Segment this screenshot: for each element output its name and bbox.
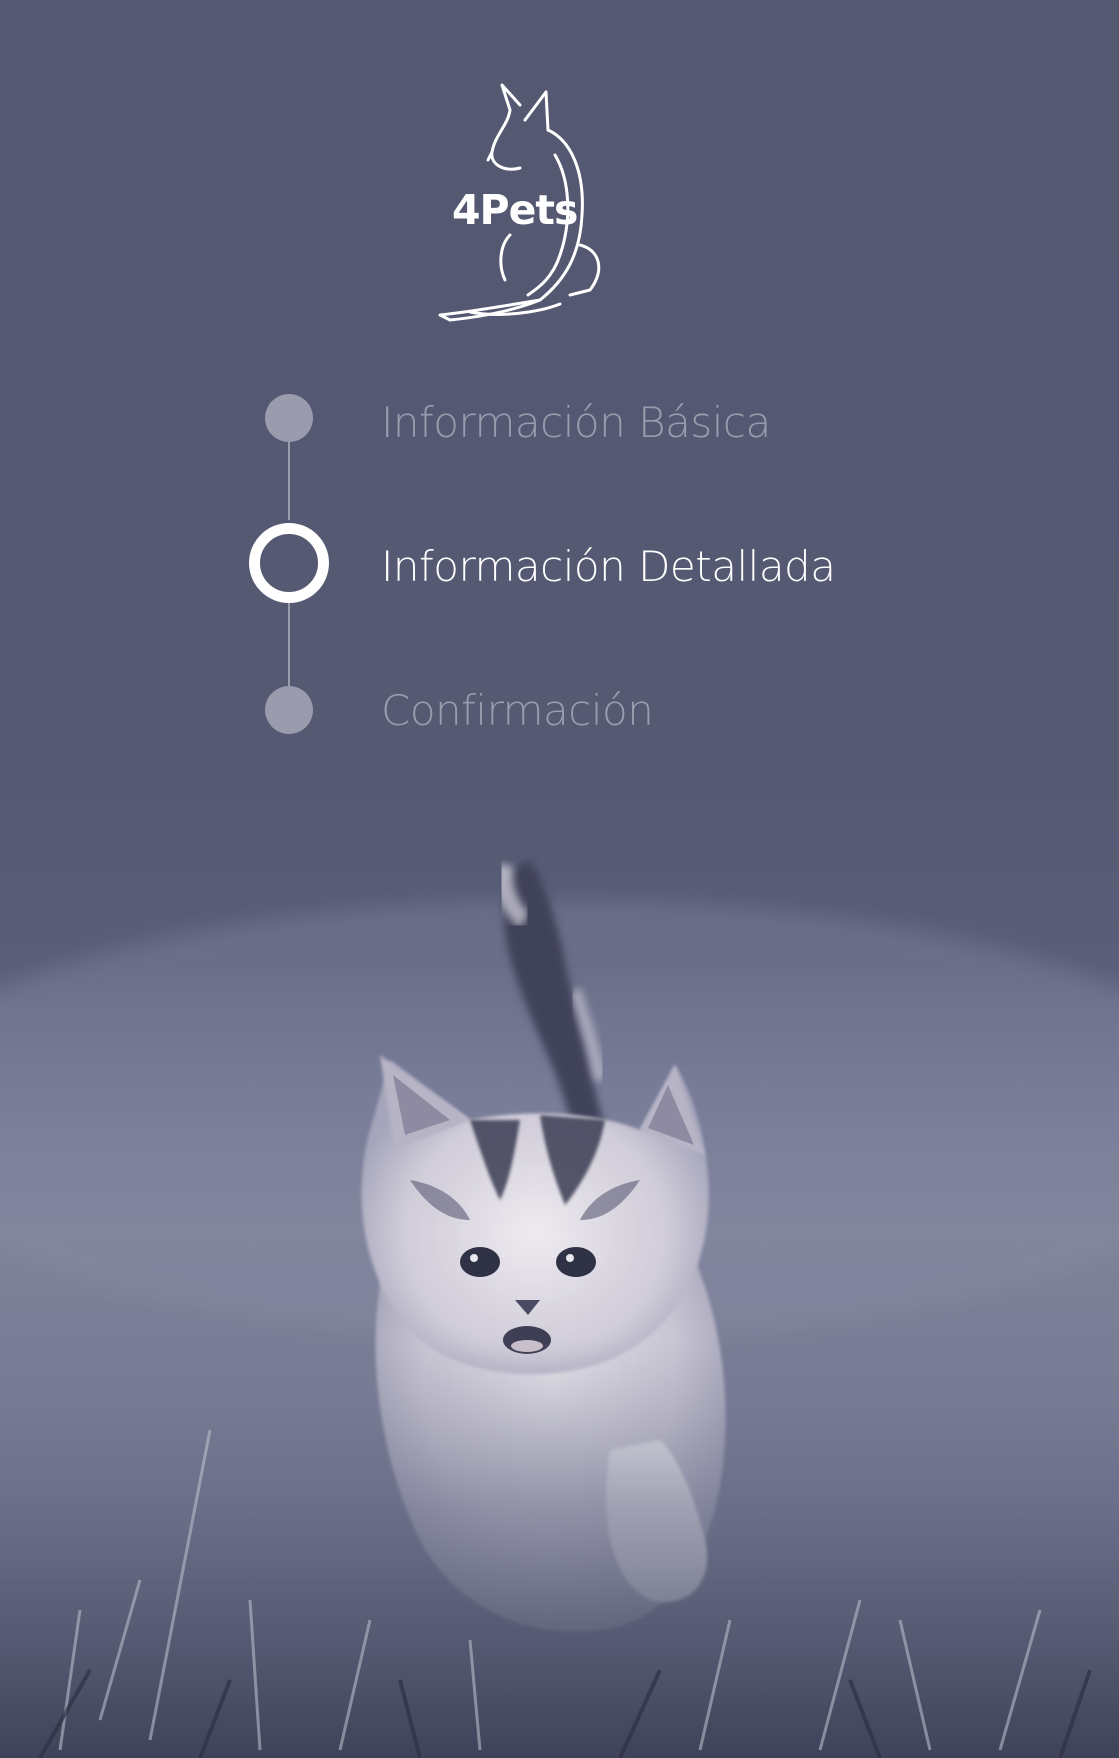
- step-label-basic-info[interactable]: Información Básica: [381, 398, 771, 447]
- step-indicator-confirmation[interactable]: [265, 686, 313, 734]
- registration-screen: 4Pets Información Básica Información Det…: [0, 0, 1119, 1758]
- step-label-detailed-info[interactable]: Información Detallada: [381, 542, 836, 591]
- step-connector: [288, 602, 290, 686]
- step-connector: [288, 440, 290, 520]
- progress-stepper: Información Básica Información Detallada…: [0, 0, 1119, 780]
- step-label-confirmation[interactable]: Confirmación: [381, 686, 654, 735]
- step-indicator-basic-info[interactable]: [265, 394, 313, 442]
- kitten-background-image: [0, 820, 1119, 1758]
- step-indicator-detailed-info[interactable]: [249, 523, 329, 603]
